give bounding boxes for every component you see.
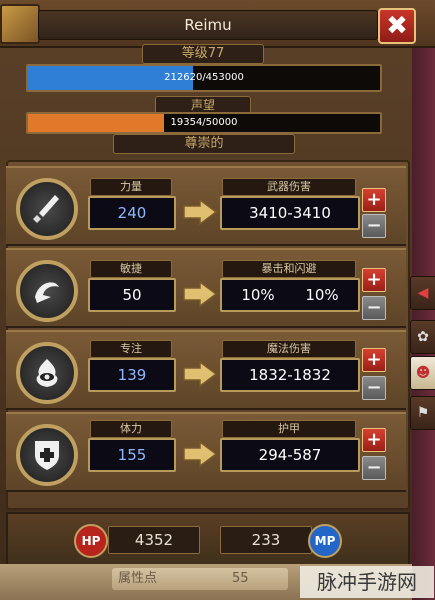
arrow-right-icon bbox=[183, 360, 218, 388]
hp-value: 4352 bbox=[108, 526, 200, 554]
bookmark-icon[interactable]: ⚑ bbox=[410, 396, 435, 430]
derived-label: 护甲 bbox=[222, 420, 356, 438]
derived-value: 10% 10% bbox=[220, 278, 360, 312]
arrow-left-icon[interactable]: ◀ bbox=[410, 276, 435, 310]
stat-label: 力量 bbox=[90, 178, 172, 196]
stat-value: 139 bbox=[88, 358, 176, 392]
derived-label: 武器伤害 bbox=[222, 178, 356, 196]
arrow-right-icon bbox=[183, 198, 218, 226]
stat-label: 专注 bbox=[90, 340, 172, 358]
mp-value: 233 bbox=[220, 526, 312, 554]
derived-value-text: 1832-1832 bbox=[249, 366, 331, 384]
stat-row-stamina: 体力 155 护甲 294-587 + − bbox=[6, 412, 406, 492]
stat-value: 50 bbox=[88, 278, 176, 312]
derived-label: 暴击和闪避 bbox=[222, 260, 356, 278]
stat-value: 155 bbox=[88, 438, 176, 472]
derived-value: 294-587 bbox=[220, 438, 360, 472]
agility-icon bbox=[16, 260, 78, 322]
dodge-value: 10% bbox=[305, 286, 339, 304]
paw-icon[interactable]: ✿ bbox=[410, 320, 435, 354]
sword-icon bbox=[16, 178, 78, 240]
watermark: 脉冲手游网 bbox=[300, 566, 434, 598]
reputation-text: 19354/50000 bbox=[170, 117, 238, 128]
experience-text: 212620/453000 bbox=[164, 72, 244, 83]
corner-ornament bbox=[0, 4, 40, 44]
stat-row-strength: 力量 240 武器伤害 3410-3410 + − bbox=[6, 166, 406, 246]
increase-strength-button[interactable]: + bbox=[362, 188, 386, 212]
stat-value: 240 bbox=[88, 196, 176, 230]
level-label: 等级77 bbox=[142, 44, 264, 64]
eye-fire-icon bbox=[16, 342, 78, 404]
derived-value-text: 3410-3410 bbox=[249, 204, 331, 222]
reputation-rank: 尊崇的 bbox=[113, 134, 295, 154]
reputation-bar: 19354/50000 bbox=[26, 112, 382, 134]
stat-row-focus: 专注 139 魔法伤害 1832-1832 + − bbox=[6, 330, 406, 410]
experience-bar: 212620/453000 bbox=[26, 64, 382, 92]
attribute-points-value: 55 bbox=[232, 571, 249, 586]
character-icon[interactable]: ☻ bbox=[410, 356, 435, 390]
increase-agility-button[interactable]: + bbox=[362, 268, 386, 292]
increase-stamina-button[interactable]: + bbox=[362, 428, 386, 452]
arrow-right-icon bbox=[183, 280, 218, 308]
stat-label: 敏捷 bbox=[90, 260, 172, 278]
health-shield-icon bbox=[16, 424, 78, 486]
derived-value: 1832-1832 bbox=[220, 358, 360, 392]
close-button[interactable]: ✖ bbox=[378, 8, 416, 44]
attribute-points: 属性点 55 bbox=[112, 568, 288, 590]
decrease-strength-button[interactable]: − bbox=[362, 214, 386, 238]
increase-focus-button[interactable]: + bbox=[362, 348, 386, 372]
arrow-right-icon bbox=[183, 440, 218, 468]
hp-orb: HP bbox=[74, 524, 108, 558]
derived-label: 魔法伤害 bbox=[222, 340, 356, 358]
decrease-agility-button[interactable]: − bbox=[362, 296, 386, 320]
resource-bar: HP 4352 233 MP bbox=[6, 512, 410, 566]
attribute-points-label: 属性点 bbox=[118, 571, 158, 586]
mp-orb: MP bbox=[308, 524, 342, 558]
derived-value-text: 294-587 bbox=[258, 446, 322, 464]
character-name: Reimu bbox=[38, 10, 378, 40]
stat-label: 体力 bbox=[90, 420, 172, 438]
stat-row-agility: 敏捷 50 暴击和闪避 10% 10% + − bbox=[6, 248, 406, 328]
decrease-stamina-button[interactable]: − bbox=[362, 456, 386, 480]
crit-value: 10% bbox=[241, 286, 275, 304]
derived-value: 3410-3410 bbox=[220, 196, 360, 230]
decrease-focus-button[interactable]: − bbox=[362, 376, 386, 400]
